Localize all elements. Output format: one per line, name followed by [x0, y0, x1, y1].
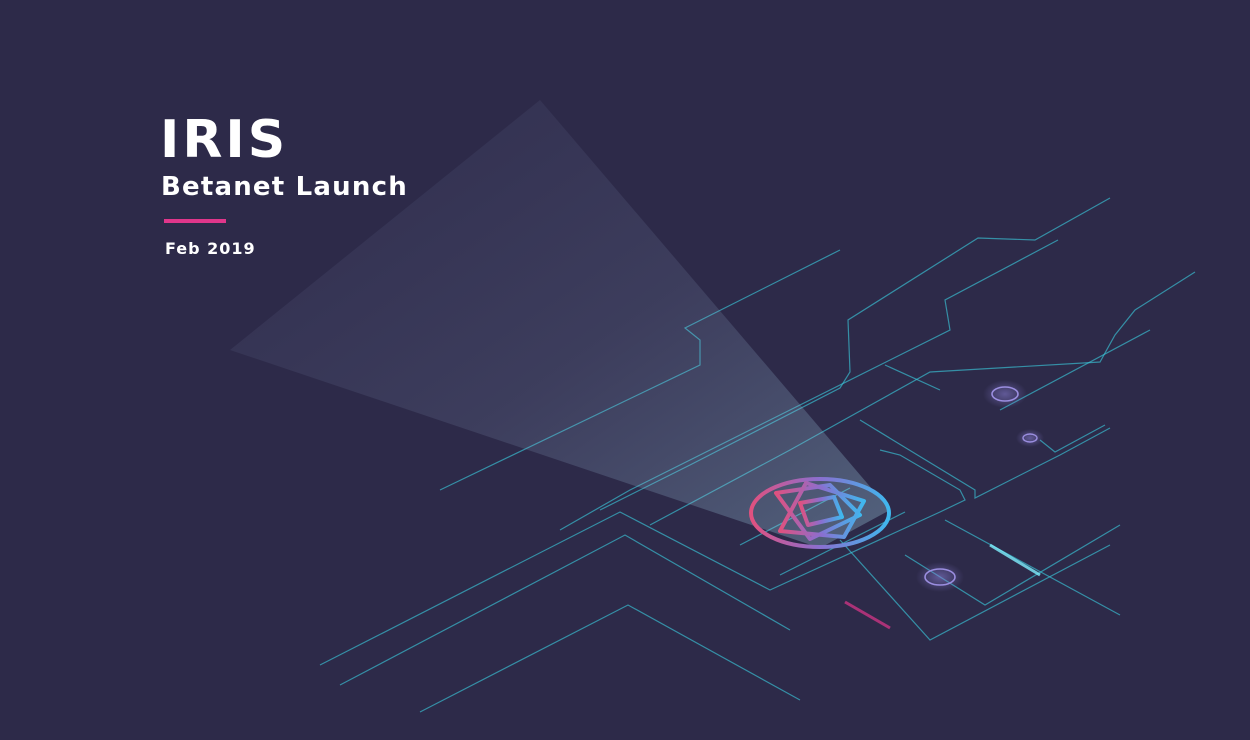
accent-divider	[164, 219, 226, 223]
chip-pads	[916, 380, 1044, 592]
launch-date: Feb 2019	[165, 239, 256, 258]
launch-subtitle: Betanet Launch	[161, 172, 408, 202]
product-title: IRIS	[160, 110, 289, 170]
betanet-launch-banner: IRIS Betanet Launch Feb 2019	[0, 0, 1250, 740]
